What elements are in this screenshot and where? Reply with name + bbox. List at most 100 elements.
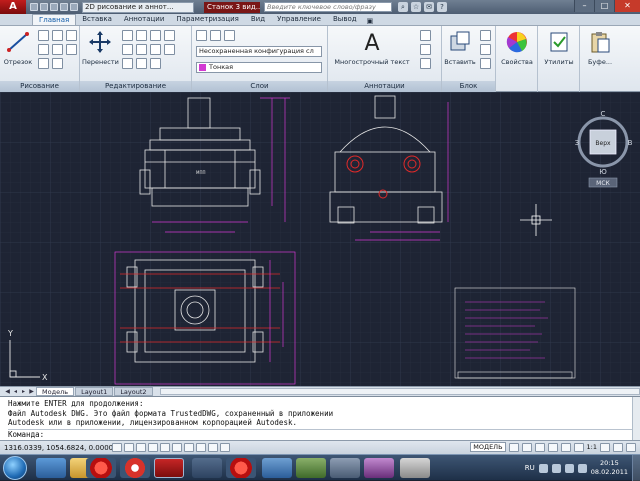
erase-icon[interactable] <box>150 30 161 41</box>
leader-icon[interactable] <box>420 44 431 55</box>
viewer-taskbar-icon[interactable] <box>364 458 394 478</box>
annotation-scale[interactable]: 1:1 <box>587 443 597 451</box>
ortho-toggle-icon[interactable] <box>136 443 146 452</box>
clean-screen-icon[interactable] <box>626 442 636 452</box>
arc-icon[interactable] <box>66 30 77 41</box>
tab-layout1[interactable]: Layout1 <box>75 387 114 396</box>
next-layout-icon[interactable]: ▸ <box>20 388 27 396</box>
create-block-icon[interactable] <box>480 30 491 41</box>
lineweight-toggle-icon[interactable] <box>208 443 218 452</box>
new-file-icon[interactable] <box>30 3 38 11</box>
paste-button[interactable]: Буфе... <box>582 30 618 66</box>
viewcube-west[interactable]: З <box>575 139 580 147</box>
language-indicator[interactable]: RU <box>525 464 535 472</box>
move-button[interactable]: Перенести <box>82 30 119 66</box>
application-menu-button[interactable]: A <box>0 0 26 14</box>
attribute-icon[interactable] <box>480 58 491 69</box>
viewcube-east[interactable]: В <box>628 139 633 147</box>
edit-block-icon[interactable] <box>480 44 491 55</box>
cursor-coordinates[interactable]: 1316.0339, 1054.6824, 0.0000 <box>0 444 113 452</box>
tab-home[interactable]: Главная <box>32 14 77 25</box>
opera-secondary-taskbar-icon[interactable] <box>226 458 256 478</box>
viewcube-face-label[interactable]: Верх <box>595 140 611 147</box>
panel-annotations-label[interactable]: Аннотации <box>328 81 441 92</box>
trim-icon[interactable] <box>136 30 147 41</box>
zoom-icon[interactable] <box>547 442 558 452</box>
command-scrollbar[interactable] <box>632 397 640 441</box>
viewcube-south[interactable]: Ю <box>599 168 607 176</box>
command-input[interactable]: Команда: <box>8 428 632 440</box>
autocad-taskbar-icon[interactable] <box>154 458 184 478</box>
layer-config-dropdown[interactable]: Несохраненная конфигурация сл <box>196 46 322 57</box>
tab-layout2[interactable]: Layout2 <box>114 387 153 396</box>
ribbon-minimize-icon[interactable]: ▣ <box>367 17 374 25</box>
utility-taskbar-icon[interactable] <box>330 458 360 478</box>
mtext-button[interactable]: A Многострочный текст <box>332 30 412 66</box>
tray-arrow-icon[interactable] <box>538 463 548 473</box>
communication-icon[interactable]: ✉ <box>424 2 434 12</box>
network-icon[interactable] <box>551 463 561 473</box>
properties-button[interactable]: Свойства <box>498 30 536 66</box>
polyline-icon[interactable] <box>38 30 49 41</box>
minimize-button[interactable]: – <box>574 0 594 12</box>
quick-properties-icon[interactable] <box>220 443 230 452</box>
rectangle-icon[interactable] <box>38 44 49 55</box>
region-icon[interactable] <box>52 58 63 69</box>
start-button[interactable] <box>3 456 27 480</box>
viewcube-north[interactable]: С <box>601 110 606 118</box>
tool-taskbar-icon[interactable] <box>296 458 326 478</box>
app-taskbar-icon[interactable] <box>192 458 222 478</box>
redo-icon[interactable] <box>70 3 78 11</box>
drawing-svg[interactable]: МПП Y X Верх С Ю З В МСК <box>0 92 640 386</box>
show-desktop-button[interactable] <box>632 455 640 481</box>
mirror-icon[interactable] <box>122 44 133 55</box>
undo-icon[interactable] <box>60 3 68 11</box>
help-icon[interactable]: ? <box>437 2 447 12</box>
first-layout-icon[interactable]: ◀ <box>4 388 11 396</box>
drawing-canvas[interactable]: МПП Y X Верх С Ю З В МСК <box>0 92 640 386</box>
tab-model[interactable]: Модель <box>36 387 75 396</box>
tab-parametric[interactable]: Параметризация <box>170 14 244 25</box>
panel-block-label[interactable]: Блок <box>442 81 495 92</box>
table-icon[interactable] <box>420 58 431 69</box>
layer-state-icon[interactable] <box>210 30 221 41</box>
snap-toggle-icon[interactable] <box>112 443 122 452</box>
open-file-icon[interactable] <box>40 3 48 11</box>
panel-layers-label[interactable]: Слои <box>192 81 327 92</box>
ie-taskbar-icon[interactable] <box>36 458 66 478</box>
rotate-icon[interactable] <box>122 30 133 41</box>
model-space-button[interactable]: МОДЕЛЬ <box>470 442 506 452</box>
polar-toggle-icon[interactable] <box>148 443 158 452</box>
layer-properties-icon[interactable] <box>196 30 207 41</box>
dimension-icon[interactable] <box>420 30 431 41</box>
stretch-icon[interactable] <box>164 44 175 55</box>
insert-block-button[interactable]: Вставить <box>444 30 476 66</box>
quick-view-layouts-icon[interactable] <box>508 442 519 452</box>
pan-icon[interactable] <box>534 442 545 452</box>
offset-icon[interactable] <box>150 58 161 69</box>
volume-icon[interactable] <box>564 463 574 473</box>
subscription-icon[interactable]: ☆ <box>411 2 421 12</box>
lineweight-dropdown[interactable]: Тонкая <box>196 62 322 73</box>
grid-toggle-icon[interactable] <box>124 443 134 452</box>
annotation-scale-icon[interactable] <box>573 442 584 452</box>
clock[interactable]: 20:15 08.02.2011 <box>591 459 628 477</box>
ducs-toggle-icon[interactable] <box>184 443 194 452</box>
save-icon[interactable] <box>50 3 58 11</box>
fillet-icon[interactable] <box>136 44 147 55</box>
close-button[interactable]: ✕ <box>614 0 640 12</box>
ellipse-icon[interactable] <box>38 58 49 69</box>
quick-view-drawings-icon[interactable] <box>521 442 532 452</box>
maximize-button[interactable]: □ <box>594 0 614 12</box>
search-input[interactable]: Введите ключевое слово/фразу <box>264 2 392 12</box>
tab-output[interactable]: Вывод <box>327 14 363 25</box>
copy-icon[interactable] <box>164 30 175 41</box>
layer-isolate-icon[interactable] <box>224 30 235 41</box>
tab-manage[interactable]: Управление <box>271 14 327 25</box>
hatch-icon[interactable] <box>52 44 63 55</box>
explode-icon[interactable] <box>150 44 161 55</box>
workspace-switch-icon[interactable] <box>600 442 610 452</box>
steeringwheel-icon[interactable] <box>560 442 571 452</box>
media-taskbar-icon[interactable] <box>262 458 292 478</box>
otrack-toggle-icon[interactable] <box>172 443 182 452</box>
